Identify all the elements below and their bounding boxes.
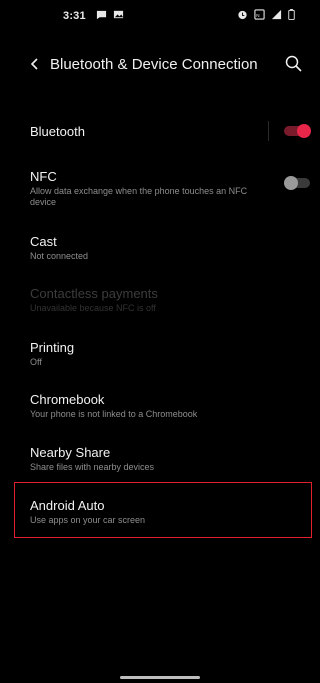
battery-icon [288,9,295,20]
setting-subtitle: Share files with nearby devices [30,462,155,472]
setting-title: Android Auto [30,498,105,513]
setting-subtitle: Off [30,357,42,367]
setting-subtitle: Your phone is not linked to a Chromebook [30,409,198,419]
back-arrow-icon[interactable] [26,54,44,74]
setting-title: Bluetooth [30,124,85,139]
gallery-icon [113,10,124,19]
status-bar: 3:31 N [0,0,312,30]
nfc-toggle[interactable] [284,176,312,190]
setting-subtitle: Allow data exchange when the phone touch… [30,186,248,207]
search-icon[interactable] [284,54,304,74]
setting-title: Cast [30,234,57,249]
page-title: Bluetooth & Device Connection [50,56,258,73]
setting-contactless-payments: Contactless payments Unavailable because… [30,286,280,314]
setting-subtitle: Unavailable because NFC is off [30,303,156,313]
setting-cast[interactable]: Cast Not connected [30,234,280,262]
setting-subtitle: Use apps on your car screen [30,515,146,525]
alarm-icon [238,10,247,20]
setting-bluetooth[interactable]: Bluetooth [30,124,280,140]
divider [268,121,269,141]
toggle-thumb [284,176,298,190]
setting-title: NFC [30,169,57,184]
nfc-icon: N [254,9,265,20]
app-bar: Bluetooth & Device Connection [0,44,312,84]
toggle-thumb [297,124,311,138]
signal-icon [271,9,282,20]
setting-title: Nearby Share [30,445,111,460]
status-time: 3:31 [63,10,86,22]
setting-subtitle: Not connected [30,251,89,261]
setting-nfc[interactable]: NFC Allow data exchange when the phone t… [30,169,280,208]
bluetooth-toggle[interactable] [284,124,312,138]
setting-chromebook[interactable]: Chromebook Your phone is not linked to a… [30,392,280,420]
setting-printing[interactable]: Printing Off [30,340,280,368]
navigation-handle[interactable] [120,676,200,679]
setting-android-auto[interactable]: Android Auto Use apps on your car screen [30,498,280,526]
messaging-icon [96,10,107,20]
setting-nearby-share[interactable]: Nearby Share Share files with nearby dev… [30,445,280,473]
setting-title: Chromebook [30,392,105,407]
svg-text:N: N [256,13,259,18]
setting-title: Contactless payments [30,286,158,301]
setting-title: Printing [30,340,75,355]
